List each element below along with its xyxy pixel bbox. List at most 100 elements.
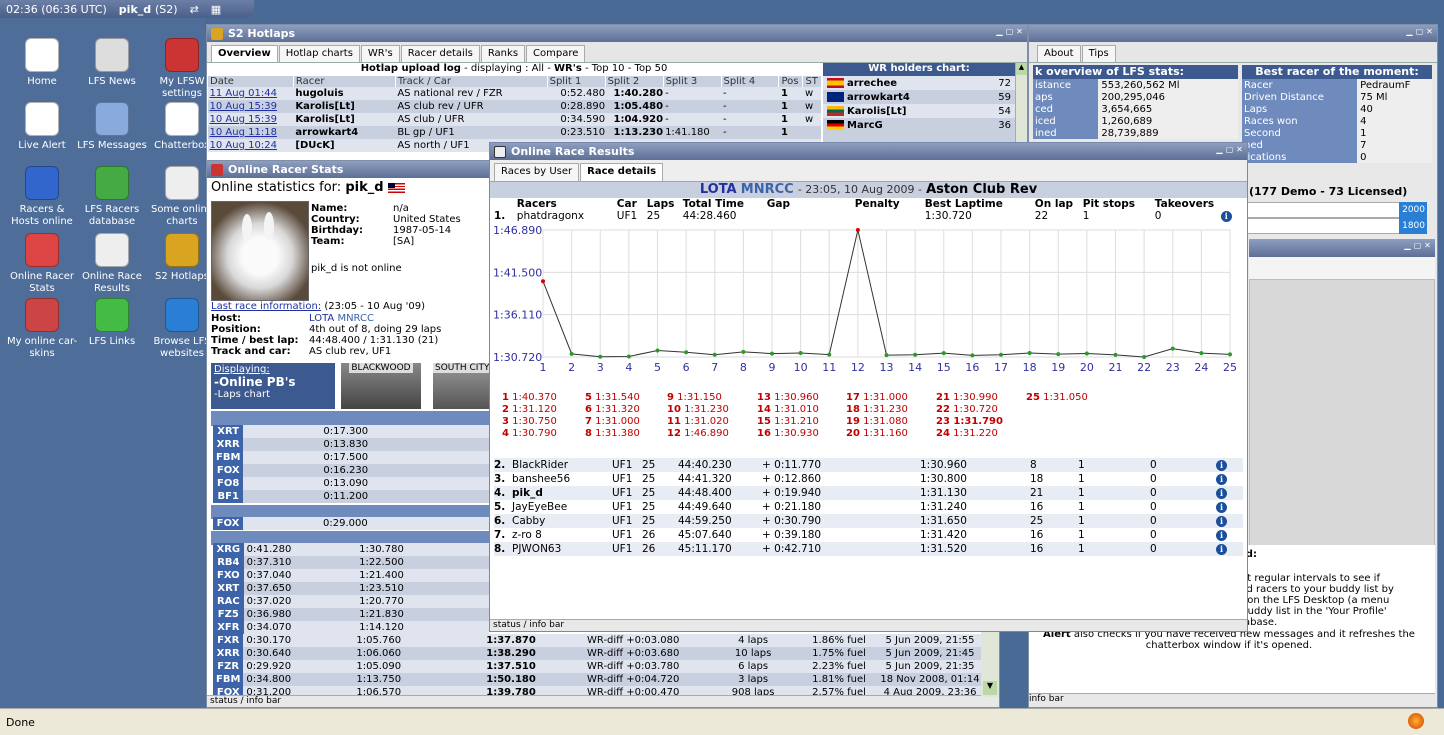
column-header[interactable]: Car (617, 198, 647, 210)
race-host[interactable]: LOTA (700, 182, 737, 197)
racer-name[interactable]: Karolis[Lt] (293, 100, 395, 113)
racer-name[interactable]: BlackRider (512, 458, 612, 472)
filter-all[interactable]: All (532, 63, 544, 74)
lap-point[interactable] (913, 352, 918, 357)
tab-races-by-user[interactable]: Races by User (494, 163, 580, 181)
lap-point[interactable] (1056, 352, 1061, 357)
close-icon[interactable]: ✕ (1423, 241, 1432, 251)
close-icon[interactable]: ✕ (1235, 145, 1244, 155)
info-icon[interactable]: i (1216, 500, 1243, 514)
car-code[interactable]: XRR (213, 438, 244, 451)
connection-icon[interactable]: ⇄ (190, 3, 199, 16)
car-code[interactable]: XRT (213, 582, 244, 595)
firefox-icon[interactable] (1408, 713, 1424, 729)
result-row[interactable]: 8. PJWON63 UF1 26 45:11.170 + 0:42.710 1:31.52… (494, 542, 1243, 556)
tab-hotlap-charts[interactable]: Hotlap charts (278, 45, 360, 62)
racer-name[interactable]: banshee56 (512, 472, 612, 486)
result-row[interactable]: 6. Cabby UF1 25 44:59.250 + 0:30.790 1:31.650 2… (494, 514, 1243, 528)
column-header[interactable]: Racer (292, 76, 396, 87)
lap-point[interactable] (1228, 352, 1232, 357)
host-link[interactable]: LOTA (309, 313, 334, 324)
info-icon[interactable]: i (1216, 486, 1243, 500)
wr-holder-row[interactable]: Karolis[Lt] 54 (823, 104, 1015, 118)
close-icon[interactable]: ✕ (1425, 27, 1434, 37)
scroll-down-icon[interactable]: ▼ (983, 681, 997, 695)
column-header[interactable]: Takeovers (1155, 198, 1221, 210)
desktop-icon-my-online-car-skins[interactable]: My online car-skins (6, 298, 78, 360)
lap-point[interactable] (941, 351, 946, 356)
hotlaps-scrollbar[interactable]: ▲ (1015, 63, 1027, 152)
tab-overview[interactable]: Overview (211, 45, 278, 62)
column-header[interactable]: Split 1 (546, 76, 606, 87)
wr-holder-row[interactable]: arrechee 72 (823, 76, 1015, 90)
car-code[interactable]: FXR (213, 634, 244, 647)
minimize-icon[interactable]: ▁ (1403, 241, 1412, 251)
desktop-icon-lfs-links[interactable]: LFS Links (76, 298, 148, 348)
info-icon[interactable]: i (1216, 514, 1243, 528)
upload-date-link[interactable]: 11 Aug 01:44 (208, 87, 294, 100)
filter-top10[interactable]: Top 10 (592, 63, 625, 74)
desktop-icon-online-race-results[interactable]: Online Race Results (76, 233, 148, 295)
column-header[interactable]: On lap (1035, 198, 1083, 210)
last-race-link[interactable]: Last race information: (211, 301, 321, 312)
result-row[interactable]: 5. JayEyeBee UF1 25 44:49.640 + 0:21.180 1:31.… (494, 500, 1243, 514)
desktop-icon-live-alert[interactable]: Live Alert (6, 102, 78, 152)
tab-ranks[interactable]: Ranks (480, 45, 526, 62)
desktop-icon-lfs-news[interactable]: LFS News (76, 38, 148, 88)
tab-racer-details[interactable]: Racer details (400, 45, 480, 62)
lap-point[interactable] (1142, 355, 1147, 359)
car-code[interactable]: XRR (213, 647, 244, 660)
column-header[interactable]: Total Time (683, 198, 767, 210)
column-header[interactable]: Split 2 (604, 76, 664, 87)
racer-name[interactable]: Karolis[Lt] (293, 113, 395, 126)
lap-point[interactable] (970, 353, 975, 358)
wr-holder-row[interactable]: arrowkart4 59 (823, 90, 1015, 104)
desktop-icon-lfs-messages[interactable]: LFS Messages (76, 102, 148, 152)
car-code[interactable]: FO8 (213, 477, 244, 490)
column-header[interactable]: Laps (647, 198, 683, 210)
column-header[interactable]: Split 4 (720, 76, 779, 87)
racer-name[interactable]: hugoluis (293, 87, 395, 100)
column-header[interactable]: Racers (517, 198, 617, 210)
lap-point[interactable] (1199, 351, 1204, 356)
online-pbs-option[interactable]: -Online PB's (214, 375, 332, 389)
car-code[interactable]: FZR (213, 660, 244, 673)
car-code[interactable]: FOX (213, 464, 244, 477)
desktop-icon-racers-hosts-online[interactable]: Racers & Hosts online (6, 166, 78, 228)
lap-point[interactable] (741, 349, 746, 354)
maximize-icon[interactable]: ▢ (1413, 241, 1422, 251)
lap-point[interactable] (884, 353, 889, 358)
filter-top50[interactable]: Top 50 (635, 63, 668, 74)
minimize-icon[interactable]: ▁ (1215, 145, 1224, 155)
racer-name[interactable]: pik_d (512, 486, 612, 500)
column-header[interactable]: Pos (778, 76, 803, 87)
car-code[interactable]: RB4 (213, 556, 244, 569)
lap-point[interactable] (1170, 346, 1175, 351)
desktop-icon-online-racer-stats[interactable]: Online Racer Stats (6, 233, 78, 295)
column-header[interactable]: Pit stops (1083, 198, 1155, 210)
lap-point[interactable] (1027, 350, 1032, 355)
lap-point[interactable] (827, 352, 832, 357)
info-icon[interactable]: i (1216, 542, 1243, 556)
result-row[interactable]: 3. banshee56 UF1 25 44:41.320 + 0:12.860 1:30.… (494, 472, 1243, 486)
result-row[interactable]: 2. BlackRider UF1 25 44:40.230 + 0:11.770 1:30… (494, 458, 1243, 472)
column-header[interactable]: Date (207, 76, 294, 87)
car-code[interactable]: FBM (213, 673, 244, 686)
racer-name[interactable]: [DUcK] (293, 139, 395, 152)
car-code[interactable]: FOX (213, 517, 243, 530)
racer-name[interactable]: arrowkart4 (293, 126, 395, 139)
racer-name[interactable]: phatdragonx (517, 210, 617, 222)
hotlaps-titlebar[interactable]: S2 Hotlaps ▁ ▢ ✕ (207, 25, 1027, 42)
maximize-icon[interactable]: ▢ (1005, 27, 1014, 37)
result-row[interactable]: 7. z-ro 8 UF1 26 45:07.640 + 0:39.180 1:31.420… (494, 528, 1243, 542)
column-header[interactable]: ST (802, 76, 821, 87)
close-icon[interactable]: ✕ (1015, 27, 1024, 37)
desktop-icon-lfs-racers-database[interactable]: LFS Racers database (76, 166, 148, 228)
grid-icon[interactable]: ▦ (211, 3, 221, 16)
lap-point[interactable] (541, 279, 545, 284)
racer-name[interactable]: JayEyeBee (512, 500, 612, 514)
lap-point[interactable] (999, 352, 1003, 357)
column-header[interactable]: Track / Car (394, 76, 548, 87)
scroll-up-icon[interactable]: ▲ (1016, 63, 1027, 75)
car-code[interactable]: FZ5 (213, 608, 244, 621)
